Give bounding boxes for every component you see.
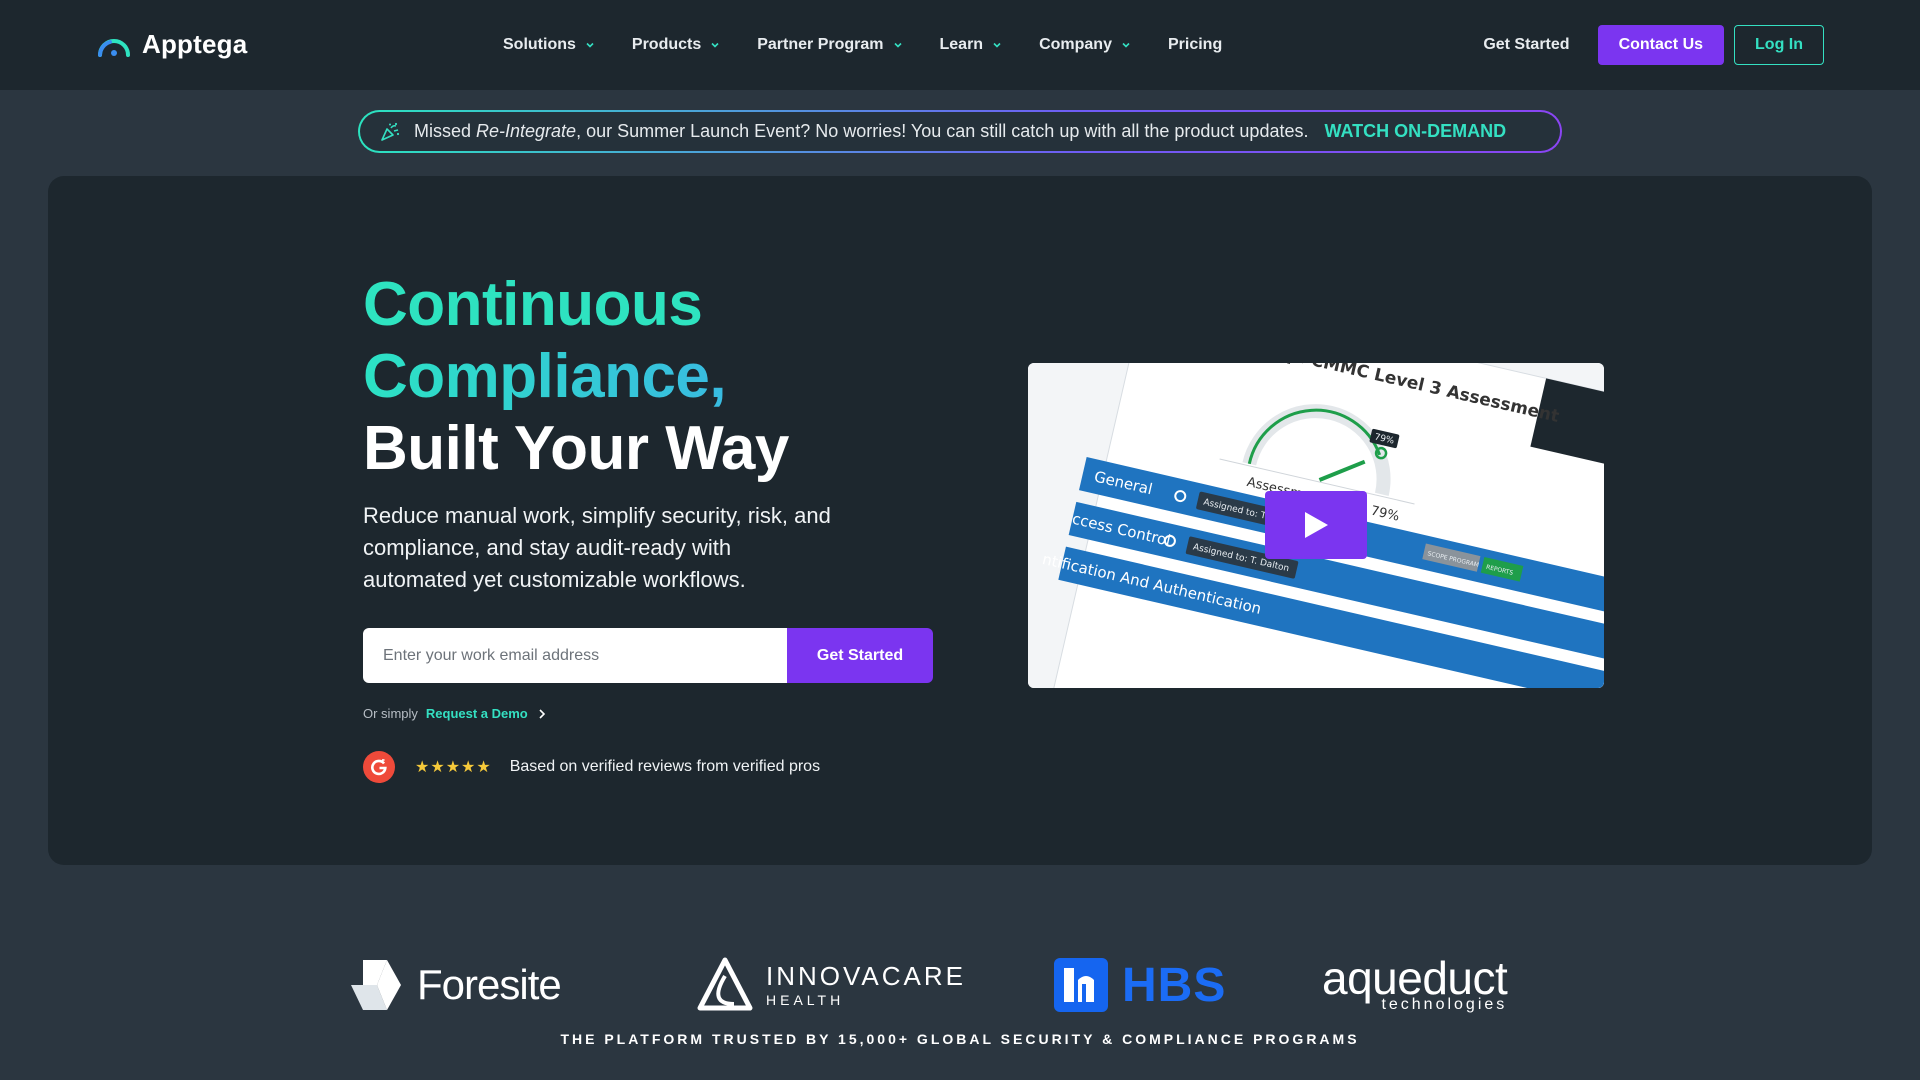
event-name: Re-Integrate <box>476 121 577 141</box>
log-in-button[interactable]: Log In <box>1734 25 1824 65</box>
brand-logo[interactable]: Apptega <box>96 29 247 60</box>
nav-partner-program-label: Partner Program <box>757 36 884 53</box>
party-popper-icon <box>381 122 400 141</box>
foresite-logo: Foresite <box>343 950 562 1020</box>
nav-get-started-link[interactable]: Get Started <box>1483 36 1569 54</box>
chevron-right-icon <box>539 708 545 719</box>
announcement-text-end: , our Summer Launch Event? No worries! Y… <box>576 121 1309 141</box>
request-demo-link[interactable]: Request a Demo <box>426 706 546 721</box>
innovacare-sub: HEALTH <box>766 992 845 1008</box>
announcement-banner-inner: Missed Re-Integrate, our Summer Launch E… <box>360 112 1560 151</box>
announcement-text-start: Missed <box>414 121 477 141</box>
innovacare-wordmark: INNOVACARE HEALTH <box>766 963 966 1007</box>
apptega-logo-icon <box>96 33 132 57</box>
headline-line-2: Compliance, <box>363 341 789 413</box>
chevron-down-icon <box>711 42 719 48</box>
get-started-button[interactable]: Get Started <box>787 628 933 683</box>
hero-subheadline: Reduce manual work, simplify security, r… <box>363 503 831 592</box>
nav-company[interactable]: Company <box>1039 36 1132 54</box>
innovacare-name: INNOVACARE <box>766 961 966 991</box>
aqueduct-sub: technologies <box>1381 996 1508 1013</box>
five-star-rating: ★★★★★ <box>415 759 492 776</box>
nav-actions: Get Started Contact Us Log In <box>1483 0 1824 90</box>
nav-products-label: Products <box>631 36 702 53</box>
trusted-by-tagline: THE PLATFORM TRUSTED BY 15,000+ GLOBAL S… <box>560 1031 1360 1047</box>
play-icon <box>1305 512 1328 538</box>
top-navigation: Apptega Solutions Products Partner Progr… <box>0 0 1920 90</box>
innovacare-logo: INNOVACARE HEALTH <box>694 950 966 1020</box>
contact-us-button[interactable]: Contact Us <box>1597 25 1725 65</box>
nav-partner-program[interactable]: Partner Program <box>757 36 903 54</box>
aqueduct-wordmark: aqueduct <box>1322 952 1508 1004</box>
foresite-mark-icon <box>351 960 401 1010</box>
nav-company-label: Company <box>1039 36 1112 53</box>
demo-prompt: Or simply Request a Demo <box>363 706 546 721</box>
or-simply-label: Or simply <box>363 706 418 721</box>
nav-pricing[interactable]: Pricing <box>1168 36 1222 54</box>
chevron-down-icon <box>1122 42 1130 48</box>
announcement-banner[interactable]: Missed Re-Integrate, our Summer Launch E… <box>358 110 1562 153</box>
announcement-text: Missed Re-Integrate, our Summer Launch E… <box>414 121 1308 142</box>
nav-products[interactable]: Products <box>632 36 721 54</box>
hero-section: Continuous Compliance, Built Your Way Re… <box>48 176 1872 865</box>
reviews-text: Based on verified reviews from verified … <box>509 758 821 775</box>
hbs-mark-icon <box>1054 958 1108 1012</box>
hbs-logo: HBS <box>1054 950 1226 1020</box>
chevron-down-icon <box>586 42 594 48</box>
hbs-wordmark: HBS <box>1122 958 1227 1012</box>
main-menu: Solutions Products Partner Program Learn… <box>503 0 1258 90</box>
reviews-summary: ★★★★★ Based on verified reviews from ver… <box>363 751 820 783</box>
watch-on-demand-link[interactable]: WATCH ON-DEMAND <box>1324 121 1506 142</box>
email-signup-form: Get Started <box>363 628 933 683</box>
product-video-thumbnail[interactable]: ACME Corp. CMMC Level 3 Assessment 79% A… <box>1028 363 1604 688</box>
headline-line-3: Built Your Way <box>363 414 789 483</box>
play-video-button[interactable] <box>1265 491 1367 559</box>
customer-logos: Foresite INNOVACARE HEALTH HBS aqueduct … <box>0 950 1920 1020</box>
request-demo-label: Request a Demo <box>425 706 528 721</box>
aqueduct-logo: aqueduct technologies <box>1322 950 1508 1020</box>
innovacare-mark-icon <box>697 957 753 1011</box>
chevron-down-icon <box>893 42 902 48</box>
g2-logo-icon <box>363 751 395 783</box>
headline-line-1: Continuous <box>363 270 703 339</box>
brand-name: Apptega <box>142 29 248 59</box>
hero-headline: Continuous Compliance, Built Your Way <box>363 269 789 485</box>
nav-pricing-label: Pricing <box>1167 36 1223 53</box>
nav-learn-label: Learn <box>939 36 984 53</box>
nav-solutions-label: Solutions <box>503 36 576 53</box>
chevron-down-icon <box>993 42 1001 48</box>
work-email-input[interactable] <box>363 628 787 683</box>
foresite-wordmark: Foresite <box>417 961 562 1008</box>
nav-solutions[interactable]: Solutions <box>503 36 596 54</box>
nav-learn[interactable]: Learn <box>940 36 1004 54</box>
